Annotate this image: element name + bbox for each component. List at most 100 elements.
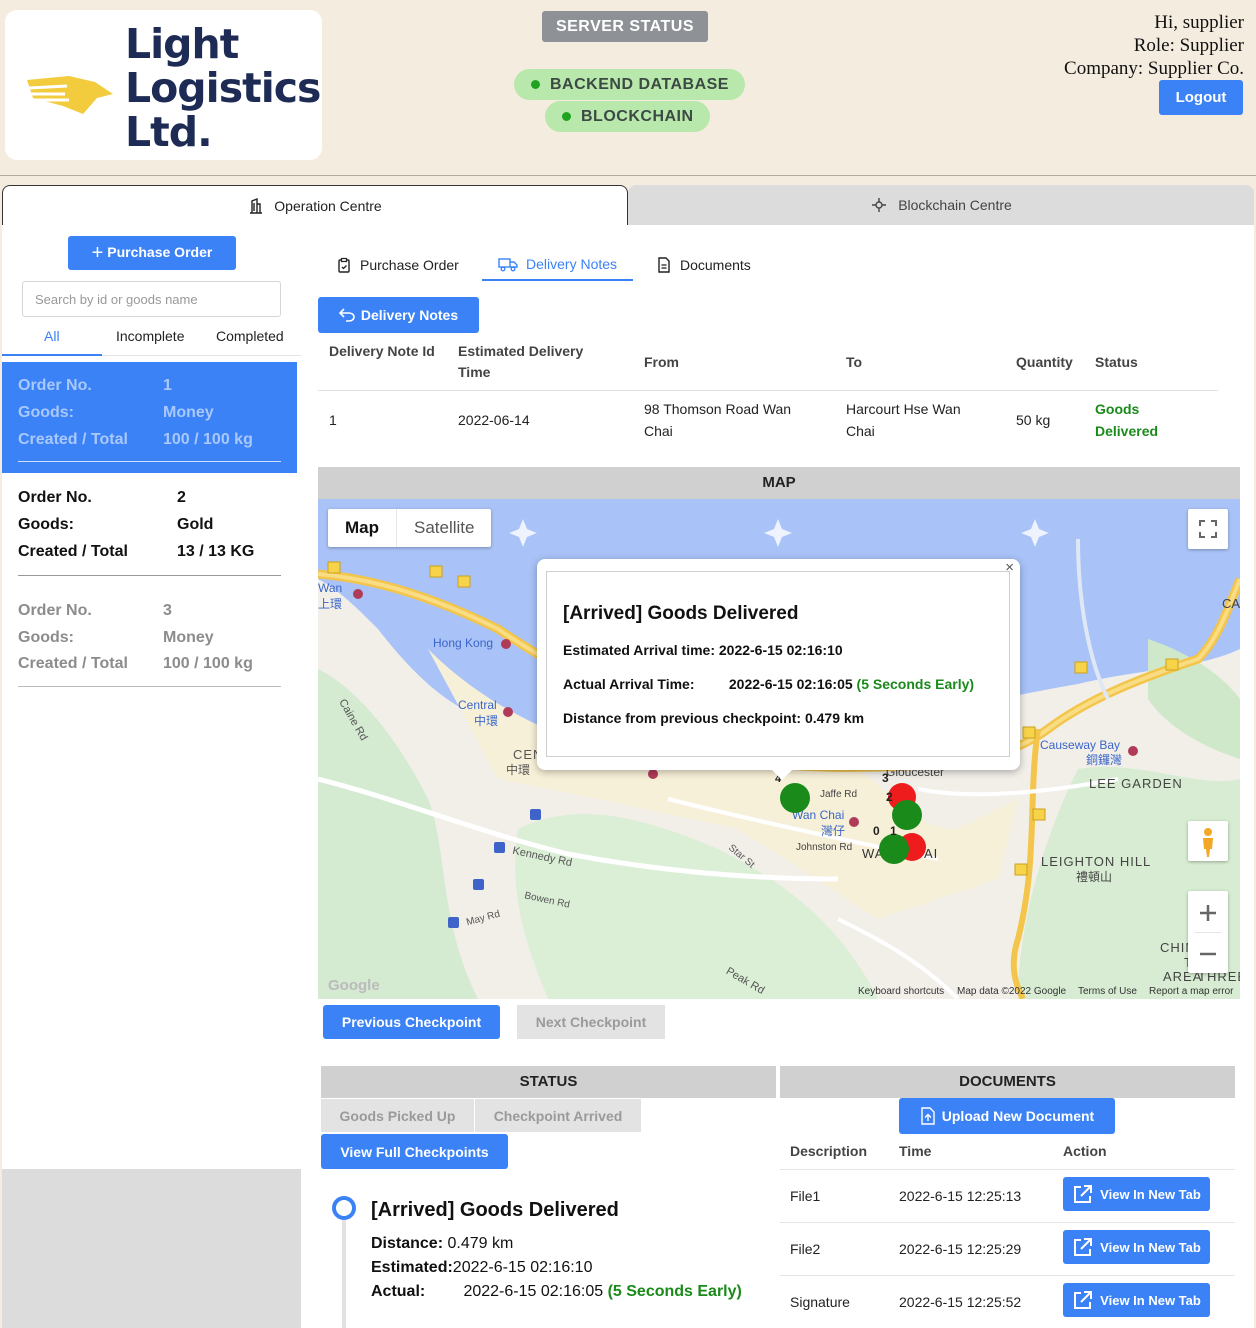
map-label-ai: AI [924, 846, 939, 861]
popup-close-icon[interactable]: × [1005, 559, 1014, 576]
td-from: 98 Thomson Road Wan Chai [644, 401, 792, 439]
doc-time: 2022-6-15 12:25:13 [899, 1188, 1022, 1204]
clipboard-icon [338, 257, 350, 273]
td-status: Goods Delivered [1095, 401, 1159, 439]
subtab-documents[interactable]: Documents [656, 249, 751, 281]
user-company: Company: Supplier Co. [1064, 58, 1244, 79]
created-total-value: 100 / 100 kg [163, 655, 253, 672]
map-label-leighton-hill-cn: 禮頓山 [1076, 870, 1113, 884]
order-card-3[interactable]: Order No. 3 Goods: Money Created / Total 10… [2, 587, 297, 697]
goods-label: Goods: [18, 516, 74, 533]
order-list-empty-area [2, 1169, 301, 1328]
goods-value: Money [163, 629, 214, 646]
upload-document-button[interactable]: Upload New Document [899, 1098, 1115, 1134]
map-label-centr-cn: 中環 [506, 763, 531, 777]
map-label-johnston-rd: Johnston Rd [796, 842, 853, 853]
checkpoint-number: 2 [886, 790, 893, 804]
tab-blockchain-centre-label: Blockchain Centre [898, 197, 1012, 213]
map-section-title: MAP [318, 467, 1240, 499]
map-label-causeway-bay: Causeway Bay [1040, 738, 1121, 752]
zoom-out-icon[interactable] [1188, 932, 1228, 973]
goods-value: Gold [177, 516, 214, 533]
greeting: Hi, supplier [1154, 12, 1244, 33]
map-label-jaffe-rd: Jaffe Rd [820, 789, 858, 800]
back-delivery-notes-button[interactable]: Delivery Notes [318, 297, 479, 333]
checkpoint-marker-green[interactable] [780, 783, 810, 813]
order-no-value: 2 [177, 489, 186, 506]
td-estimated-delivery-time: 2022-06-14 [458, 412, 530, 428]
map-label-ca: CA [1222, 596, 1240, 611]
view-in-new-tab-button[interactable]: View In New Tab [1063, 1230, 1210, 1264]
status-section-title: STATUS [321, 1066, 776, 1098]
subtab-documents-label: Documents [680, 257, 751, 273]
map-type-map-button[interactable]: Map [328, 509, 397, 547]
back-delivery-notes-label: Delivery Notes [360, 307, 459, 323]
next-checkpoint-button[interactable]: Next Checkpoint [517, 1005, 665, 1039]
created-total-value: 13 / 13 KG [177, 543, 255, 560]
map-data-attribution: Map data ©2022 Google [957, 986, 1067, 997]
external-link-icon [1074, 1238, 1093, 1256]
user-info: Hi, supplier Role: Supplier Company: Sup… [1064, 11, 1244, 80]
order-card-2[interactable]: Order No. 2 Goods: Gold Created / Total 13 … [2, 474, 297, 586]
order-card-1[interactable]: Order No. 1 Goods: Money Created / Total 10… [2, 362, 297, 473]
map-report-error-link[interactable]: Report a map error [1149, 986, 1233, 997]
subtab-delivery-notes[interactable]: Delivery Notes [482, 249, 634, 281]
order-separator [18, 461, 281, 462]
zoom-in-icon[interactable] [1188, 891, 1228, 932]
th-from: From [644, 354, 679, 370]
created-total-label: Created / Total [18, 655, 128, 672]
map-terms-link[interactable]: Terms of Use [1078, 986, 1137, 997]
td-quantity: 50 kg [1016, 412, 1051, 428]
fullscreen-button[interactable] [1188, 509, 1228, 549]
blockchain-icon [872, 198, 887, 212]
table-header-divider [318, 390, 1218, 391]
checkpoint-marker-green[interactable] [879, 834, 909, 864]
checkpoint-info-popup: × [Arrived] Goods Delivered Estimated Ar… [537, 559, 1020, 770]
order-search-input[interactable]: Search by id or goods name [22, 281, 281, 317]
server-status-label: SERVER STATUS [542, 11, 708, 42]
popup-frame [546, 571, 1010, 757]
map-label-wan-cn: 上環 [318, 597, 343, 611]
map-label-google: Google [328, 977, 380, 994]
view-in-new-tab-button[interactable]: View In New Tab [1063, 1177, 1210, 1211]
map-type-control: Map Satellite [328, 509, 492, 547]
popup-actual-value: 2022-6-15 02:16:05 [728, 676, 853, 692]
filter-tab-all[interactable]: All [44, 328, 60, 344]
filter-tab-incomplete[interactable]: Incomplete [116, 328, 184, 344]
popup-early-badge: (5 Seconds Early) [856, 676, 975, 692]
goods-picked-up-button[interactable]: Goods Picked Up [321, 1099, 474, 1132]
tab-blockchain-centre[interactable]: Blockchain Centre [628, 185, 1254, 225]
doc-time: 2022-6-15 12:25:29 [899, 1241, 1022, 1257]
filter-tab-completed[interactable]: Completed [216, 328, 284, 344]
backend-database-status: BACKEND DATABASE [514, 69, 745, 100]
logout-button[interactable]: Logout [1159, 80, 1243, 115]
doc-description: File2 [790, 1241, 821, 1257]
popup-distance: Distance from previous checkpoint: 0.479… [563, 710, 864, 726]
subtab-purchase-order[interactable]: Purchase Order [336, 249, 459, 281]
map-keyboard-shortcuts-link[interactable]: Keyboard shortcuts [858, 986, 944, 997]
add-purchase-order-button[interactable]: + Purchase Order [68, 236, 236, 270]
checkpoint-arrived-button[interactable]: Checkpoint Arrived [475, 1099, 641, 1132]
bird-logo-icon [27, 76, 113, 114]
map-label-hong-kong: Hong Kong [433, 636, 494, 650]
doc-th-action: Action [1063, 1143, 1107, 1159]
plus-icon: + [91, 241, 104, 264]
map-type-satellite-button[interactable]: Satellite [397, 509, 491, 547]
popup-actual-label: Actual Arrival Time: [563, 676, 695, 692]
timeline-early-badge: (5 Seconds Early) [607, 1283, 742, 1300]
document-icon [658, 257, 670, 273]
previous-checkpoint-button[interactable]: Previous Checkpoint [323, 1005, 500, 1039]
th-estimated-delivery-time: Estimated Delivery Time [458, 343, 584, 380]
add-purchase-order-label: Purchase Order [107, 243, 213, 260]
map-label-central-cn: 中環 [474, 714, 499, 728]
doc-row-divider [780, 1222, 1235, 1223]
popup-estimated-value: 2022-6-15 02:16:10 [718, 642, 843, 658]
view-full-checkpoints-button[interactable]: View Full Checkpoints [321, 1134, 508, 1169]
order-no-label: Order No. [18, 489, 92, 506]
view-in-new-tab-button[interactable]: View In New Tab [1063, 1283, 1210, 1317]
tab-operation-centre[interactable]: Operation Centre [2, 185, 628, 225]
checkpoint-number: 1 [890, 824, 897, 838]
street-view-button[interactable] [1188, 821, 1228, 861]
goods-value: Money [163, 404, 214, 421]
user-role: Role: Supplier [1133, 35, 1244, 56]
